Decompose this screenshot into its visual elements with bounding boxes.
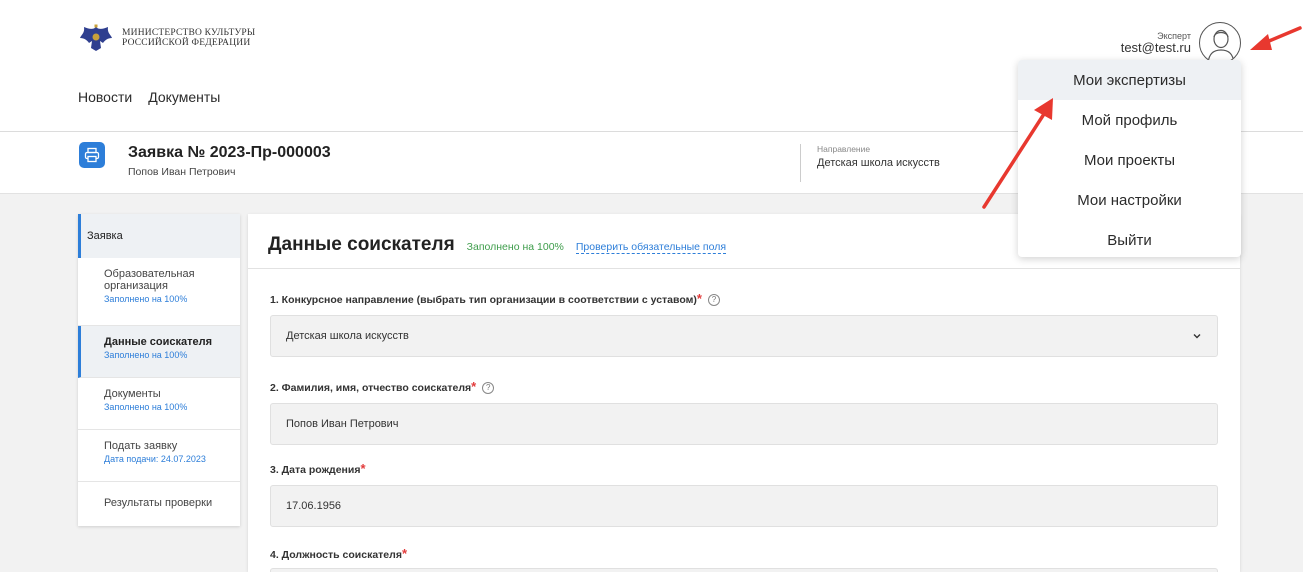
logo-line-1: МИНИСТЕРСТВО КУЛЬТУРЫ (122, 28, 256, 38)
field-label-text: 1. Конкурсное направление (выбрать тип о… (270, 294, 697, 306)
help-icon[interactable]: ? (707, 294, 720, 307)
field-label-text: 2. Фамилия, имя, отчество соискателя (270, 382, 472, 394)
user-info: Эксперт test@test.ru (1121, 31, 1191, 55)
main-nav: Новости Документы (78, 89, 220, 105)
field-value: Попов Иван Петрович (286, 418, 399, 430)
sidebar-item-label: Документы (104, 388, 161, 400)
logo-line-2: РОССИЙСКОЙ ФЕДЕРАЦИИ (122, 38, 251, 48)
nav-news[interactable]: Новости (78, 89, 132, 105)
direction-block: Направление Детская школа искусств (800, 144, 940, 182)
printer-icon (84, 147, 100, 163)
required-mark: * (471, 379, 477, 394)
nav-documents[interactable]: Документы (148, 89, 220, 105)
applicant-name: Попов Иван Петрович (128, 166, 236, 178)
form-header: Данные соискателя Заполнено на 100% Пров… (268, 234, 727, 256)
sidebar-item-applicant[interactable]: Данные соискателя Заполнено на 100% (78, 326, 240, 378)
field-label-direction: 1. Конкурсное направление (выбрать тип о… (270, 291, 720, 309)
sidebar-item-status: Дата подачи: 24.07.2023 (104, 454, 206, 464)
form-divider (248, 268, 1240, 269)
menu-item-my-profile[interactable]: Мой профиль (1018, 100, 1241, 140)
user-dropdown-menu: Мои экспертизы Мой профиль Мои проекты М… (1018, 60, 1241, 257)
position-input[interactable] (270, 568, 1218, 572)
required-mark: * (360, 461, 366, 476)
menu-item-my-expertise[interactable]: Мои экспертизы (1018, 60, 1241, 100)
field-label-text: 4. Должность соискателя (270, 549, 402, 561)
sidebar-item-label: Результаты проверки (104, 497, 213, 509)
field-label-text: 3. Дата рождения (270, 464, 361, 476)
sidebar-item-label: Образовательная организация (104, 268, 195, 292)
fullname-input[interactable]: Попов Иван Петрович (270, 403, 1218, 445)
chevron-down-icon (1193, 334, 1201, 339)
sidebar-item-submit[interactable]: Подать заявку Дата подачи: 24.07.2023 (78, 430, 240, 482)
logo-text: МИНИСТЕРСТВО КУЛЬТУРЫ РОССИЙСКОЙ ФЕДЕРАЦ… (122, 28, 255, 48)
field-label-birthdate: 3. Дата рождения* (270, 461, 366, 479)
print-button[interactable] (79, 142, 105, 168)
ministry-logo[interactable]: МИНИСТЕРСТВО КУЛЬТУРЫ РОССИЙСКОЙ ФЕДЕРАЦ… (78, 24, 255, 52)
user-menu-trigger[interactable]: Эксперт test@test.ru (1121, 22, 1241, 64)
check-required-link[interactable]: Проверить обязательные поля (575, 241, 727, 254)
field-value: 17.06.1956 (286, 500, 342, 512)
application-sidebar: Заявка Образовательная организация Запол… (78, 214, 240, 526)
help-icon[interactable]: ? (482, 382, 495, 395)
application-title: Заявка № 2023-Пр-000003 (128, 144, 331, 161)
sidebar-item-status: Заполнено на 100% (104, 294, 188, 304)
applicant-form: Данные соискателя Заполнено на 100% Пров… (248, 214, 1240, 572)
sidebar-item-status: Заполнено на 100% (104, 402, 188, 412)
required-mark: * (401, 546, 408, 561)
direction-value: Детская школа искусств (817, 157, 940, 169)
menu-item-my-projects[interactable]: Мои проекты (1018, 140, 1241, 180)
direction-label: Направление (817, 144, 871, 154)
field-value: Детская школа искусств (286, 330, 409, 342)
user-email: test@test.ru (1120, 40, 1191, 55)
form-title: Данные соискателя (268, 234, 455, 255)
filled-status: Заполнено на 100% (466, 241, 564, 253)
user-avatar-icon (1207, 29, 1235, 63)
required-mark: * (696, 291, 702, 306)
sidebar-item-organization[interactable]: Образовательная организация Заполнено на… (78, 258, 240, 326)
eagle-emblem-icon (80, 24, 112, 51)
field-label-fullname: 2. Фамилия, имя, отчество соискателя*? (270, 379, 495, 397)
menu-item-my-settings[interactable]: Мои настройки (1018, 180, 1241, 220)
sidebar-item-documents[interactable]: Документы Заполнено на 100% (78, 378, 240, 430)
menu-item-logout[interactable]: Выйти (1018, 220, 1241, 260)
sidebar-head[interactable]: Заявка (78, 214, 240, 258)
sidebar-item-label: Данные соискателя (104, 336, 213, 348)
birthdate-input[interactable]: 17.06.1956 (270, 485, 1218, 527)
sidebar-item-results[interactable]: Результаты проверки (78, 482, 240, 526)
field-label-position: 4. Должность соискателя* (270, 546, 408, 564)
sidebar-item-label: Подать заявку (104, 440, 178, 452)
direction-select[interactable]: Детская школа искусств (270, 315, 1218, 357)
avatar[interactable] (1199, 22, 1241, 64)
sidebar-item-status: Заполнено на 100% (104, 350, 188, 360)
